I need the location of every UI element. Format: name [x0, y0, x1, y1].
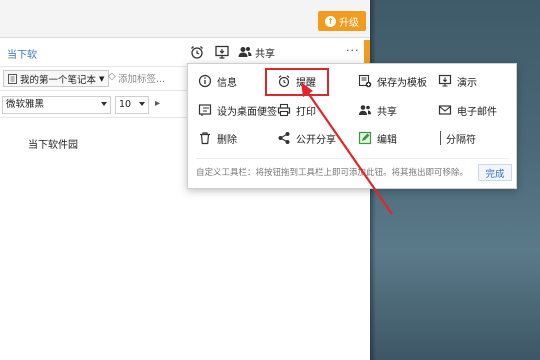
mail-icon: [438, 105, 452, 115]
top-bar: [0, 0, 370, 38]
menu-item-sticky-note[interactable]: 设为桌面便签: [198, 100, 277, 120]
trash-icon: [200, 132, 210, 145]
menu-item-label: 公开分享: [296, 134, 336, 146]
menu-item-public-share[interactable]: 公开分享: [277, 128, 336, 148]
font-family-value: 微软雅黑: [6, 99, 45, 110]
highlight-box: [265, 68, 329, 96]
upgrade-label: 升级: [339, 17, 359, 29]
printer-icon: [277, 103, 291, 117]
share-icon: [278, 132, 290, 144]
format-more-icon[interactable]: ▸: [155, 98, 160, 109]
presentation-icon: [438, 74, 452, 87]
upgrade-button[interactable]: ↑ 升级: [318, 11, 366, 31]
menu-item-label: 设为桌面便签: [217, 106, 277, 118]
menu-item-info[interactable]: 信息: [198, 71, 237, 91]
menu-item-label: 共享: [377, 106, 397, 118]
menu-item-presentation[interactable]: 演示: [438, 71, 477, 91]
menu-item-label: 电子邮件: [457, 106, 497, 118]
done-button[interactable]: 完成: [478, 164, 512, 181]
menu-item-label: 分隔符: [446, 134, 476, 146]
notebook-icon: [8, 73, 17, 84]
notebook-name: 我的第一个笔记本: [20, 74, 97, 86]
chevron-down-icon: [101, 102, 107, 106]
save-template-icon: [358, 74, 372, 88]
menu-item-share[interactable]: 共享: [358, 100, 397, 120]
presentation-icon[interactable]: [214, 44, 230, 60]
note-title[interactable]: 当下软: [7, 46, 37, 61]
alarm-clock-icon[interactable]: [189, 44, 205, 60]
menu-item-separator[interactable]: 分隔符: [440, 128, 476, 148]
note-body-text[interactable]: 当下软件园: [28, 136, 78, 151]
menu-item-print[interactable]: 打印: [277, 100, 316, 120]
font-size-select[interactable]: 10: [115, 96, 149, 114]
menu-item-label: 保存为模板: [377, 77, 427, 89]
info-icon: [198, 74, 212, 88]
separator-icon: [440, 131, 441, 145]
menu-item-label: 编辑: [377, 134, 397, 146]
chevron-down-icon: ▼: [99, 74, 105, 83]
menu-item-label: 打印: [296, 106, 316, 118]
menu-item-edit[interactable]: 编辑: [358, 128, 397, 148]
users-icon[interactable]: [237, 44, 253, 60]
share-button-label[interactable]: 共享: [255, 45, 275, 60]
edit-icon: [358, 131, 372, 145]
notebook-selector[interactable]: 我的第一个笔记本 ▼: [3, 70, 110, 87]
upgrade-arrow-icon: ↑: [325, 15, 336, 27]
menu-item-label: 演示: [457, 77, 477, 89]
menu-item-email[interactable]: 电子邮件: [438, 100, 497, 120]
sticky-note-icon: [198, 104, 212, 116]
chevron-down-icon: [139, 102, 145, 106]
add-tag-field[interactable]: 添加标签...: [118, 71, 165, 85]
font-size-value: 10: [119, 99, 132, 110]
menu-item-label: 删除: [217, 134, 237, 146]
menu-item-delete[interactable]: 删除: [198, 128, 237, 148]
more-options-icon[interactable]: ···: [346, 44, 360, 57]
menu-item-save-template[interactable]: 保存为模板: [358, 71, 427, 91]
tag-icon: ◇: [108, 71, 116, 82]
users-icon: [359, 105, 371, 115]
font-family-select[interactable]: 微软雅黑: [2, 96, 111, 114]
popup-divider: [196, 158, 510, 159]
popup-hint-text: 自定义工具栏：将按钮拖到工具栏上即可添加此钮。将其拖出即可移除。: [196, 168, 469, 178]
menu-item-label: 信息: [217, 77, 237, 89]
